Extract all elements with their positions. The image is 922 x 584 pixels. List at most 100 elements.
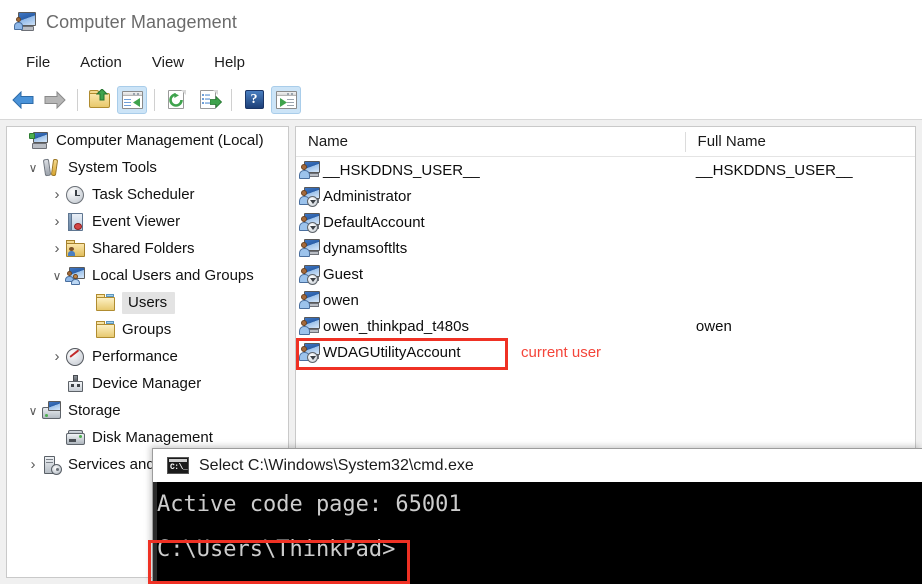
tree-item-label: Task Scheduler (92, 186, 195, 203)
help-button[interactable]: ? (239, 86, 269, 114)
menu-item-action[interactable]: Action (68, 50, 134, 75)
tree-item-shared-folders[interactable]: Shared Folders (7, 235, 288, 262)
window-title: Computer Management (46, 12, 237, 33)
user-name-cell: Administrator (296, 186, 684, 207)
action-pane-icon (276, 91, 297, 109)
menu-item-file[interactable]: File (14, 50, 62, 75)
task-scheduler-clock-icon (65, 185, 86, 205)
column-header-name[interactable]: Name (296, 132, 685, 152)
up-one-level-button[interactable] (85, 86, 115, 114)
tree-item-storage[interactable]: Storage (7, 397, 288, 424)
tree-item-users[interactable]: Users (7, 289, 288, 316)
cmd-output-line: Active code page: 65001 (157, 482, 922, 527)
services-icon (41, 455, 62, 475)
export-list-button[interactable] (194, 86, 224, 114)
table-row[interactable]: Guest (296, 261, 915, 287)
table-row[interactable]: WDAGUtilityAccount (296, 339, 915, 365)
menu-item-view[interactable]: View (140, 50, 196, 75)
user-full-name-cell: __HSKDDNS_USER__ (684, 162, 915, 179)
storage-icon (41, 401, 62, 421)
cmd-output-area[interactable]: Active code page: 65001 C:\Users\ThinkPa… (153, 482, 922, 584)
cmd-scroll-strip (153, 482, 157, 584)
user-account-icon (299, 160, 321, 181)
user-name-text: owen (323, 292, 359, 309)
tree-item-label: System Tools (68, 159, 157, 176)
toolbar-separator (154, 89, 155, 111)
tree-item-label: Device Manager (92, 375, 201, 392)
user-name-text: Administrator (323, 188, 411, 205)
user-name-text: owen_thinkpad_t480s (323, 318, 469, 335)
chevron-down-icon[interactable] (25, 404, 41, 417)
local-users-and-groups-icon (65, 266, 86, 286)
performance-gauge-icon (65, 347, 86, 367)
user-name-text: __HSKDDNS_USER__ (323, 162, 480, 179)
cmd-console-window[interactable]: C:\_ Select C:\Windows\System32\cmd.exe … (152, 448, 922, 584)
user-name-text: Guest (323, 266, 363, 283)
table-row[interactable]: __HSKDDNS_USER__ __HSKDDNS_USER__ (296, 157, 915, 183)
tree-item-label: Performance (92, 348, 178, 365)
tree-item-local-users-and-groups[interactable]: Local Users and Groups (7, 262, 288, 289)
chevron-right-icon[interactable] (49, 214, 65, 229)
user-name-cell: Guest (296, 264, 684, 285)
tree-item-device-manager[interactable]: Device Manager (7, 370, 288, 397)
tree-item-label: Storage (68, 402, 121, 419)
forward-button[interactable] (40, 86, 70, 114)
menu-bar: File Action View Help (0, 44, 922, 80)
table-row[interactable]: dynamsoftlts (296, 235, 915, 261)
help-question-icon: ? (245, 90, 264, 109)
chevron-down-icon[interactable] (49, 269, 65, 282)
toolbar-separator (231, 89, 232, 111)
export-list-icon (199, 90, 219, 109)
shared-folders-icon (65, 239, 86, 259)
refresh-icon (167, 90, 187, 109)
user-account-disabled-icon (299, 186, 321, 207)
tree-item-task-scheduler[interactable]: Task Scheduler (7, 181, 288, 208)
user-name-cell: dynamsoftlts (296, 238, 684, 259)
chevron-right-icon[interactable] (49, 349, 65, 364)
menu-item-help[interactable]: Help (202, 50, 257, 75)
tree-item-system-tools[interactable]: System Tools (7, 154, 288, 181)
table-row-current-user[interactable]: owen_thinkpad_t480s owen (296, 313, 915, 339)
chevron-down-icon[interactable] (25, 161, 41, 174)
tree-item-label: Computer Management (Local) (56, 132, 264, 149)
tree-item-label: Disk Management (92, 429, 213, 446)
user-full-name-cell: owen (684, 318, 915, 335)
user-name-text: WDAGUtilityAccount (323, 344, 461, 361)
table-row[interactable]: Administrator (296, 183, 915, 209)
tree-item-groups[interactable]: Groups (7, 316, 288, 343)
chevron-right-icon[interactable] (49, 241, 65, 256)
tree-item-performance[interactable]: Performance (7, 343, 288, 370)
table-row[interactable]: owen (296, 287, 915, 313)
cmd-title-text: Select C:\Windows\System32\cmd.exe (199, 457, 474, 475)
title-bar: Computer Management (0, 0, 922, 44)
forward-arrow-icon (44, 91, 66, 109)
back-button[interactable] (8, 86, 38, 114)
disk-management-icon (65, 428, 86, 448)
toolbar: ? (0, 80, 922, 120)
computer-icon (29, 131, 50, 151)
refresh-button[interactable] (162, 86, 192, 114)
computer-management-icon (14, 12, 36, 32)
show-hide-action-pane-button[interactable] (271, 86, 301, 114)
show-hide-console-tree-button[interactable] (117, 86, 147, 114)
user-account-disabled-icon (299, 264, 321, 285)
chevron-right-icon[interactable] (25, 457, 41, 472)
user-name-text: dynamsoftlts (323, 240, 407, 257)
tree-item-label: Shared Folders (92, 240, 195, 257)
list-column-headers: Name Full Name (296, 127, 915, 157)
cmd-prompt-line: C:\Users\ThinkPad> (157, 527, 922, 572)
tree-item-disk-management[interactable]: Disk Management (7, 424, 288, 451)
user-name-cell: owen_thinkpad_t480s (296, 316, 684, 337)
tree-item-computer-management-local[interactable]: Computer Management (Local) (7, 127, 288, 154)
tree-item-label: Groups (122, 321, 171, 338)
tree-item-label: Event Viewer (92, 213, 180, 230)
column-header-full-name[interactable]: Full Name (685, 132, 915, 152)
event-viewer-icon (65, 212, 86, 232)
tree-item-event-viewer[interactable]: Event Viewer (7, 208, 288, 235)
chevron-right-icon[interactable] (49, 187, 65, 202)
tree-item-label: Local Users and Groups (92, 267, 254, 284)
user-name-cell: DefaultAccount (296, 212, 684, 233)
back-arrow-icon (12, 91, 34, 109)
current-user-annotation-label: current user (521, 344, 601, 361)
table-row[interactable]: DefaultAccount (296, 209, 915, 235)
